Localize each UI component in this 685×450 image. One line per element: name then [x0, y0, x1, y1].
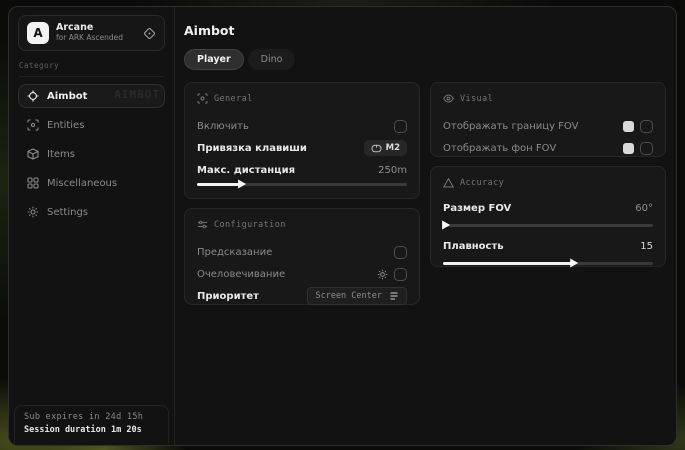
- sidebar-item-items[interactable]: Items: [18, 142, 165, 166]
- priority-dropdown[interactable]: Screen Center: [307, 287, 407, 305]
- sidebar-item-miscellaneous[interactable]: Miscellaneous: [18, 171, 165, 195]
- main-content: Aimbot Player Dino General: [175, 7, 676, 445]
- sidebar-item-entities[interactable]: Entities: [18, 113, 165, 137]
- target-brackets-icon: [197, 93, 208, 104]
- fov-bg-checkbox[interactable]: [640, 142, 653, 155]
- session-footer: Sub expires in 24d 15h Session duration …: [14, 405, 169, 443]
- panel-title: Configuration: [214, 220, 286, 230]
- sidebar-item-label: Aimbot: [47, 91, 87, 102]
- category-label: Category: [19, 61, 164, 77]
- tab-player[interactable]: Player: [184, 49, 244, 70]
- sidebar-item-settings[interactable]: Settings: [18, 200, 165, 224]
- app-window: A Arcane for ARK Ascended Category: [8, 6, 677, 446]
- gear-icon: [27, 206, 39, 218]
- prediction-checkbox[interactable]: [394, 246, 407, 259]
- smoothness-slider[interactable]: [443, 257, 653, 269]
- panel-configuration: Configuration Предсказание Очеловечивани…: [184, 208, 420, 305]
- sidebar: A Arcane for ARK Ascended Category: [9, 7, 175, 445]
- enable-label: Включить: [197, 121, 249, 132]
- panel-title: Visual: [460, 94, 493, 104]
- fov-bg-color-swatch[interactable]: [623, 143, 634, 154]
- humanization-checkbox[interactable]: [394, 268, 407, 281]
- box-icon: [27, 148, 39, 160]
- grid-icon: [27, 177, 39, 189]
- page-title: Aimbot: [184, 23, 666, 38]
- fov-size-label: Размер FOV: [443, 203, 511, 214]
- keybind-button[interactable]: M2: [364, 140, 407, 156]
- humanization-label: Очеловечивание: [197, 269, 285, 280]
- sidebar-item-label: Settings: [47, 207, 88, 218]
- slider-thumb[interactable]: [238, 180, 246, 189]
- gear-icon[interactable]: [377, 269, 388, 280]
- slider-thumb[interactable]: [442, 221, 450, 230]
- brand-logo: A: [27, 22, 49, 44]
- sidebar-item-label: Entities: [47, 120, 84, 131]
- sidebar-nav: Aimbot AIMBOT Entities: [18, 84, 165, 229]
- keybind-label: Привязка клавиши: [197, 143, 307, 154]
- fov-border-checkbox[interactable]: [640, 120, 653, 133]
- fov-border-color-swatch[interactable]: [623, 121, 634, 132]
- active-item-watermark: AIMBOT: [114, 88, 160, 101]
- panel-accuracy: Accuracy Размер FOV 60° П: [430, 166, 666, 267]
- fov-size-value: 60°: [635, 203, 653, 214]
- sidebar-item-label: Miscellaneous: [47, 178, 117, 189]
- target-diamond-icon[interactable]: [143, 27, 156, 40]
- tab-dino[interactable]: Dino: [248, 49, 296, 70]
- triangle-icon: [443, 177, 454, 188]
- priority-value: Screen Center: [315, 291, 382, 301]
- list-icon: [389, 291, 399, 301]
- session-duration-text: Session duration 1m 20s: [24, 425, 159, 435]
- sidebar-item-label: Items: [47, 149, 75, 160]
- distance-slider[interactable]: [197, 178, 407, 190]
- panel-title: Accuracy: [460, 178, 504, 188]
- slider-thumb[interactable]: [570, 259, 578, 268]
- fov-bg-label: Отображать фон FOV: [443, 143, 556, 154]
- brand-subtitle: for ARK Ascended: [56, 34, 136, 43]
- prediction-label: Предсказание: [197, 247, 272, 258]
- sub-expires-text: Sub expires in 24d 15h: [24, 412, 159, 422]
- panel-title: General: [214, 94, 253, 104]
- fov-size-slider[interactable]: [443, 219, 653, 231]
- tab-bar: Player Dino: [184, 49, 666, 70]
- mouse-icon: [371, 144, 382, 153]
- sidebar-item-aimbot[interactable]: Aimbot AIMBOT: [18, 84, 165, 108]
- distance-value: 250m: [378, 165, 407, 176]
- eye-icon: [443, 93, 454, 104]
- brand-card: A Arcane for ARK Ascended: [18, 15, 165, 51]
- fov-border-label: Отображать границу FOV: [443, 121, 578, 132]
- panel-visual: Visual Отображать границу FOV Отображать…: [430, 82, 666, 157]
- distance-label: Макс. дистанция: [197, 165, 295, 176]
- smoothness-label: Плавность: [443, 241, 504, 252]
- scan-icon: [27, 119, 39, 131]
- keybind-value: M2: [386, 143, 400, 153]
- smoothness-value: 15: [640, 241, 653, 252]
- enable-checkbox[interactable]: [394, 120, 407, 133]
- panel-general: General Включить Привязка клавиши: [184, 82, 420, 199]
- crosshair-icon: [27, 90, 39, 102]
- priority-label: Приоритет: [197, 291, 259, 302]
- sliders-icon: [197, 219, 208, 230]
